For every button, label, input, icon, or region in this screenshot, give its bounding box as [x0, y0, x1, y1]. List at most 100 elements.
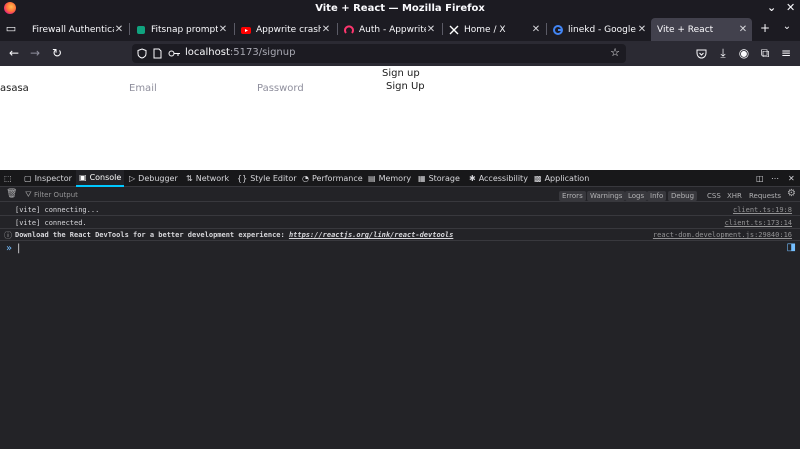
page-content: Sign up Sign Up — [0, 66, 800, 170]
url-text[interactable]: localhost:5173/signup — [185, 47, 295, 58]
google-icon — [553, 24, 563, 35]
close-tab-icon[interactable]: ✕ — [531, 24, 541, 35]
tab-network[interactable]: ⇅ Network — [186, 170, 229, 187]
log-source-link[interactable]: react-dom.development.js:29840:16 — [653, 231, 792, 239]
shield-icon[interactable] — [137, 48, 147, 59]
appwrite-icon — [344, 24, 354, 34]
console-input[interactable]: | — [17, 243, 20, 254]
tab-storage[interactable]: ▦ Storage — [418, 170, 460, 187]
tab-accessibility[interactable]: ✱ Accessibility — [469, 170, 528, 187]
signup-button[interactable]: Sign Up — [386, 81, 425, 92]
memory-icon: ▤ — [368, 174, 376, 183]
filter-xhr-button[interactable]: XHR — [727, 191, 742, 201]
console-icon: ▣ — [79, 173, 87, 182]
filter-debug-button[interactable]: Debug — [668, 191, 698, 201]
console-prompt-icon: » — [6, 243, 13, 254]
pocket-icon[interactable] — [696, 49, 707, 59]
filter-icon: ⛛ — [25, 190, 32, 199]
x-icon — [449, 25, 459, 34]
console-log-row: ⓘ Download the React DevTools for a bett… — [0, 229, 800, 241]
tab-debugger[interactable]: ▷ Debugger — [129, 170, 178, 187]
filter-info-button[interactable]: Info — [647, 191, 667, 201]
inspector-icon: ▢ — [24, 174, 32, 183]
fitsnap-icon — [137, 25, 145, 34]
forward-icon[interactable]: → — [28, 46, 42, 60]
tab-style-editor[interactable]: {} Style Editor — [237, 170, 297, 187]
devtools-toolbar: ⬚ ▢ Inspector ▣ Console ▷ Debugger ⇅ Network… — [0, 170, 800, 187]
email-field[interactable] — [129, 81, 249, 95]
navigation-toolbar: ← → ↻ localhost:5173/signup ☆ ⤓ ◉ ⧉ ≡ — [0, 41, 800, 66]
console-log-row: [vite] connecting... client.ts:19:8 — [0, 204, 800, 216]
tab-google-search[interactable]: linekd - Google Searc ✕ — [547, 18, 651, 41]
key-icon[interactable] — [168, 49, 181, 58]
filter-css-button[interactable]: CSS — [707, 191, 721, 201]
log-message: [vite] connecting... — [15, 206, 100, 214]
close-tab-icon[interactable]: ✕ — [114, 24, 124, 35]
close-tab-icon[interactable]: ✕ — [426, 24, 436, 35]
log-source-link[interactable]: client.ts:19:8 — [733, 206, 792, 214]
trash-icon[interactable]: 🗑 — [6, 189, 17, 199]
filter-requests-button[interactable]: Requests — [749, 191, 781, 201]
dock-icon[interactable]: ◫ — [756, 170, 764, 187]
bookmark-star-icon[interactable]: ☆ — [608, 46, 622, 59]
tab-label: Auth - Appwrite — [359, 24, 426, 35]
tab-console[interactable]: ▣ Console — [76, 170, 125, 187]
log-message: Download the React DevTools for a better… — [15, 231, 454, 239]
minimize-button[interactable]: ⌄ — [767, 1, 776, 14]
tab-label: Firewall Authenticatio — [32, 24, 114, 35]
back-icon[interactable]: ← — [7, 46, 21, 60]
filter-logs-button[interactable]: Logs — [625, 191, 648, 201]
tab-fitsnap[interactable]: Fitsnap prompt ✕ — [130, 18, 232, 41]
page-title: Sign up — [382, 68, 420, 79]
debugger-icon: ▷ — [129, 174, 136, 183]
log-message: [vite] connected. — [15, 219, 87, 227]
tab-performance[interactable]: ◔ Performance — [302, 170, 363, 187]
tab-bar: ▭ Firewall Authenticatio ✕ Fitsnap promp… — [0, 17, 800, 41]
firefox-view-icon[interactable]: ▭ — [4, 22, 18, 35]
close-tab-icon[interactable]: ✕ — [637, 24, 647, 35]
tab-home-x[interactable]: Home / X ✕ — [443, 18, 545, 41]
tab-label: Appwrite crash cours — [256, 24, 321, 35]
menu-icon[interactable]: ≡ — [779, 46, 793, 60]
tab-auth-appwrite[interactable]: Auth - Appwrite ✕ — [338, 18, 440, 41]
pick-element-icon[interactable]: ⬚ — [4, 170, 12, 187]
account-icon[interactable]: ◉ — [737, 46, 751, 60]
close-tab-icon[interactable]: ✕ — [738, 24, 748, 35]
extensions-icon[interactable]: ⧉ — [758, 46, 772, 61]
tab-label: Fitsnap prompt — [151, 24, 218, 35]
tab-label: Home / X — [464, 24, 506, 35]
tab-label: Vite + React — [657, 24, 714, 35]
tab-appwrite-crash[interactable]: Appwrite crash cours ✕ — [235, 18, 335, 41]
tab-inspector[interactable]: ▢ Inspector — [24, 170, 72, 187]
list-tabs-button[interactable]: ⌄ — [780, 21, 794, 32]
settings-gear-icon[interactable]: ⚙ — [787, 189, 796, 199]
network-icon: ⇅ — [186, 174, 193, 183]
filter-output-input[interactable] — [34, 190, 234, 200]
log-source-link[interactable]: client.ts:173:14 — [725, 219, 792, 227]
password-field[interactable] — [257, 81, 377, 95]
page-icon[interactable] — [153, 48, 162, 59]
split-console-icon[interactable]: ◨ — [787, 242, 796, 253]
name-input[interactable] — [0, 81, 120, 95]
tab-application[interactable]: ▩ Application — [534, 170, 589, 187]
tab-vite-react[interactable]: Vite + React ✕ — [651, 18, 752, 41]
devtools-panel: ⬚ ▢ Inspector ▣ Console ▷ Debugger ⇅ Network… — [0, 170, 800, 449]
tab-firewall[interactable]: Firewall Authenticatio ✕ — [26, 18, 128, 41]
close-window-button[interactable]: ✕ — [786, 1, 795, 14]
style-editor-icon: {} — [237, 174, 248, 183]
window-title: Vite + React — Mozilla Firefox — [315, 3, 485, 14]
url-bar[interactable]: localhost:5173/signup ☆ — [132, 44, 626, 63]
new-tab-button[interactable]: + — [758, 21, 772, 35]
more-options-icon[interactable]: ⋯ — [771, 170, 779, 187]
window-titlebar: Vite + React — Mozilla Firefox ⌄ ✕ — [0, 0, 800, 17]
close-tab-icon[interactable]: ✕ — [218, 24, 228, 35]
console-filter-bar: 🗑 ⛛ Errors Warnings Logs Info Debug CSS … — [0, 188, 800, 202]
reload-icon[interactable]: ↻ — [50, 46, 64, 60]
react-devtools-link[interactable]: https://reactjs.org/link/react-devtools — [289, 231, 453, 239]
tab-memory[interactable]: ▤ Memory — [368, 170, 411, 187]
filter-errors-button[interactable]: Errors — [559, 191, 586, 201]
close-tab-icon[interactable]: ✕ — [321, 24, 331, 35]
filter-warnings-button[interactable]: Warnings — [587, 191, 626, 201]
close-devtools-icon[interactable]: ✕ — [788, 170, 795, 187]
downloads-icon[interactable]: ⤓ — [716, 46, 730, 61]
